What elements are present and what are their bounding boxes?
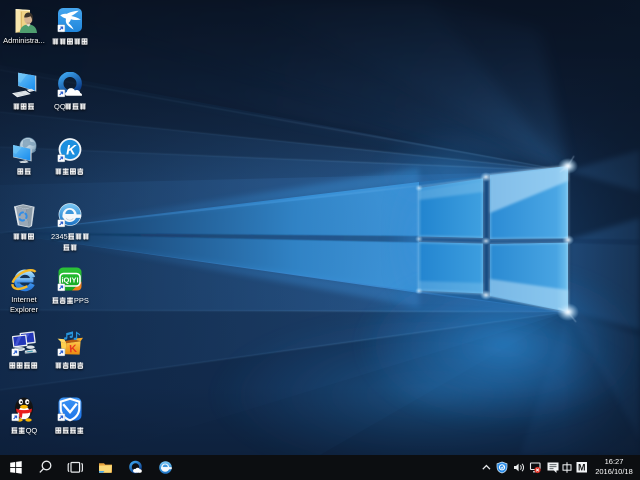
svg-text:PPS: PPS bbox=[73, 296, 88, 305]
svg-text:QQ: QQ bbox=[26, 426, 38, 435]
svg-text:M: M bbox=[578, 462, 586, 472]
svg-text:QQ: QQ bbox=[54, 102, 66, 111]
svg-text:K: K bbox=[66, 142, 77, 157]
svg-text:2345: 2345 bbox=[51, 232, 68, 241]
svg-text:iQIYI: iQIYI bbox=[61, 275, 78, 284]
svg-text:K: K bbox=[69, 343, 78, 356]
